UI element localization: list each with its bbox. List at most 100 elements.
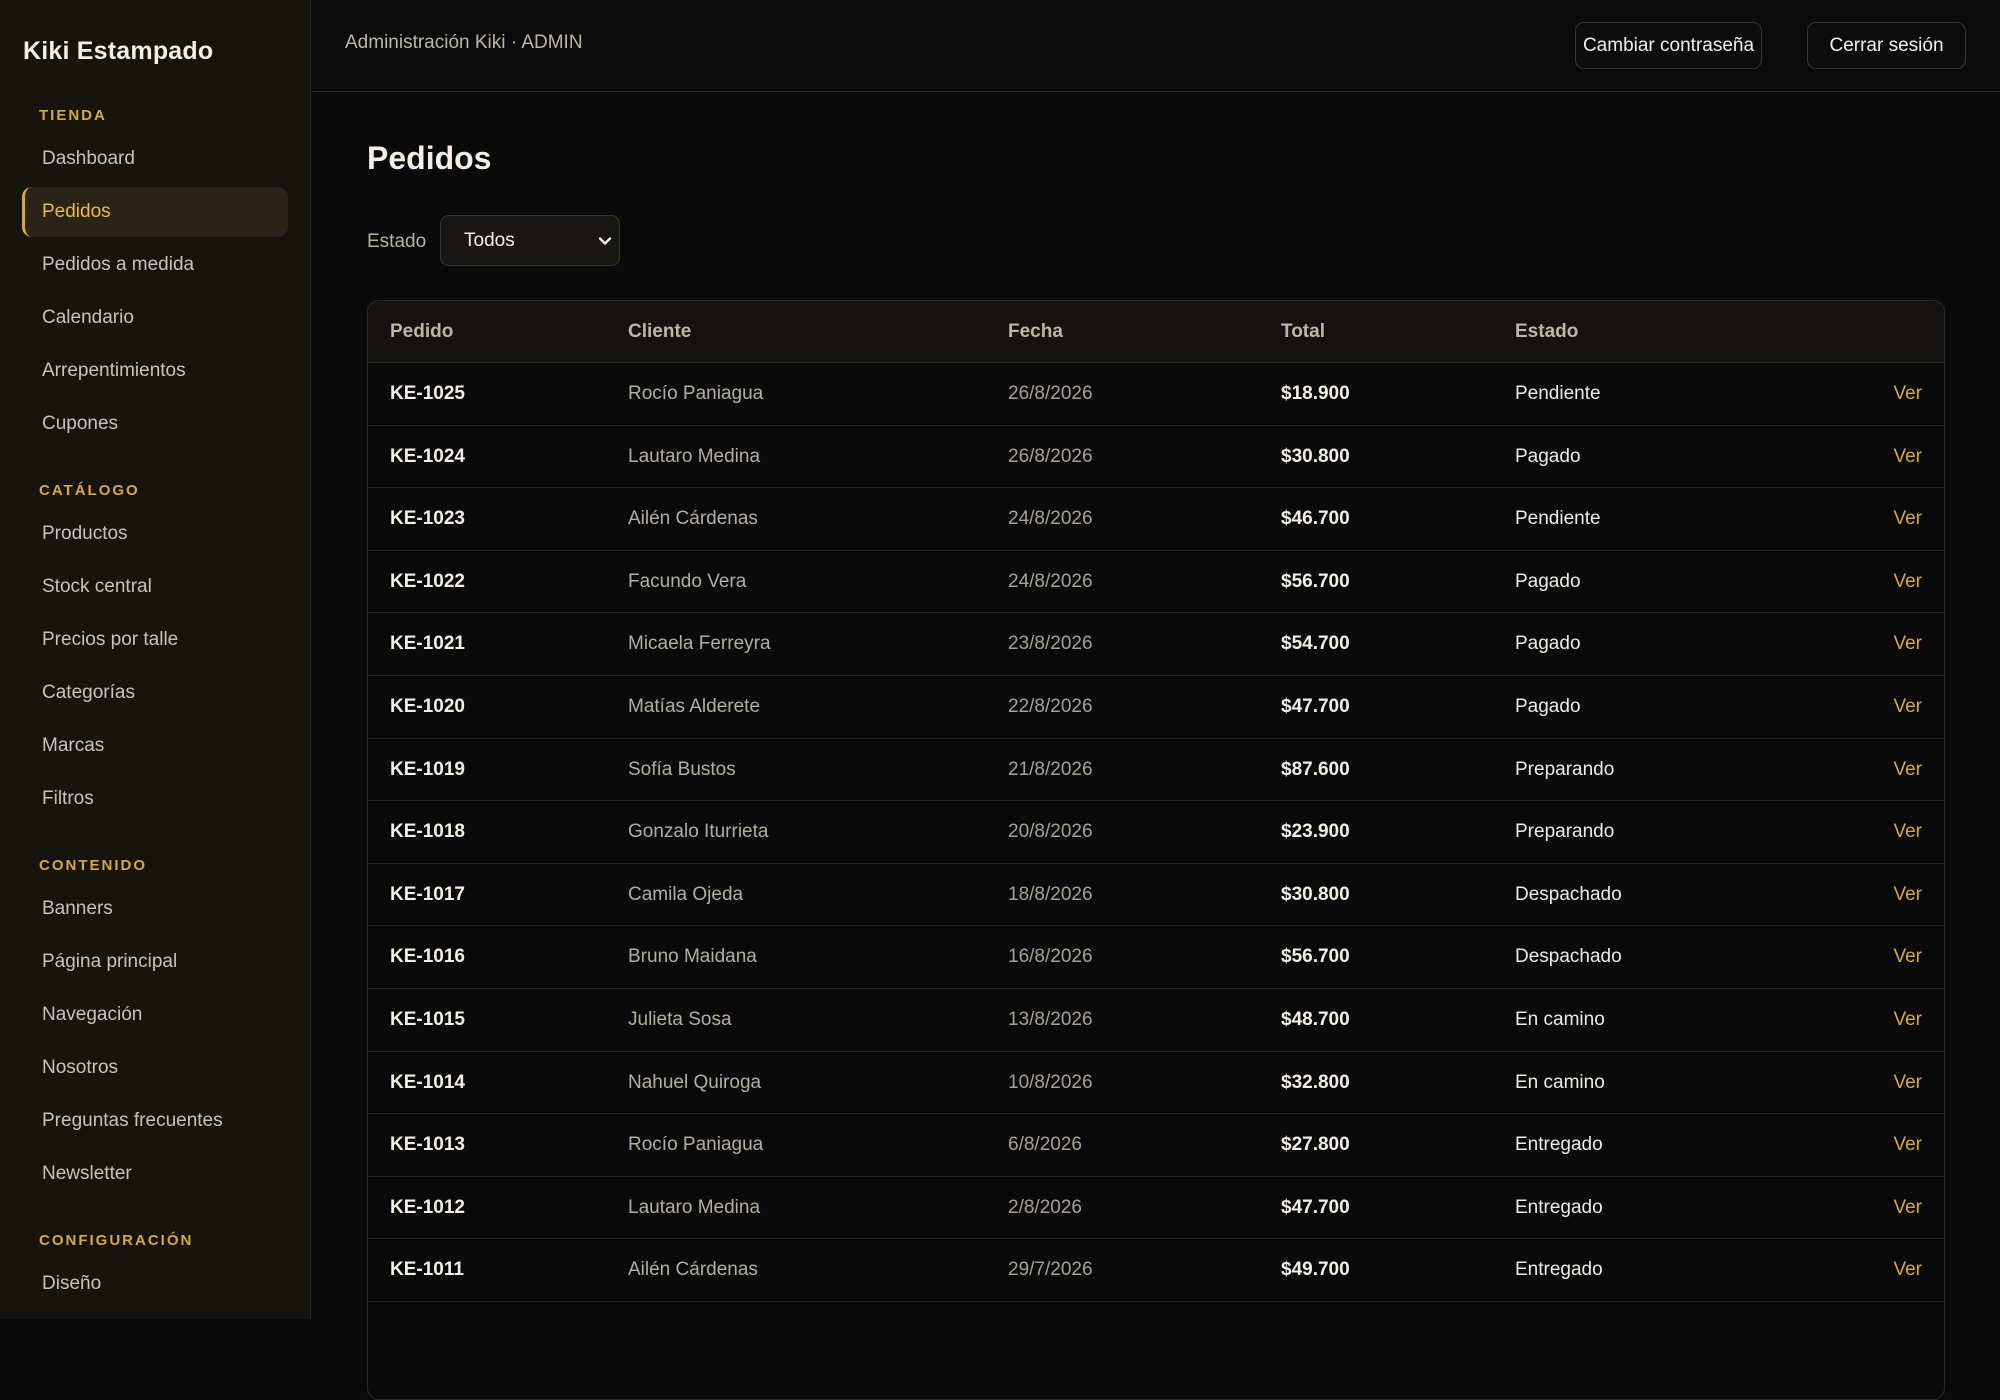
sidebar-item-pedidos[interactable]: Pedidos	[22, 187, 288, 237]
sidebar-item-cupones[interactable]: Cupones	[22, 399, 288, 449]
order-total: $30.800	[1281, 883, 1350, 905]
sidebar-item-dashboard[interactable]: Dashboard	[22, 134, 288, 184]
order-status: Preparando	[1515, 758, 1615, 780]
order-id: KE-1019	[390, 758, 465, 780]
column-header-cliente[interactable]: Cliente	[628, 301, 691, 363]
order-total: $46.700	[1281, 508, 1350, 530]
table-row: KE-1024 Lautaro Medina 26/8/2026 $30.800 Pag…	[368, 426, 1944, 489]
view-order-link[interactable]: Ver	[1893, 864, 1922, 926]
table-row: KE-1012 Lautaro Medina 2/8/2026 $47.700 Entr…	[368, 1177, 1944, 1240]
order-id: KE-1015	[390, 1008, 465, 1030]
nav-section: CONFIGURACIÓN Diseño	[22, 1229, 288, 1309]
order-status: Preparando	[1515, 821, 1615, 843]
order-status: Despachado	[1515, 883, 1622, 905]
client-name: Gonzalo Iturrieta	[628, 821, 769, 843]
view-order-link[interactable]: Ver	[1893, 989, 1922, 1051]
order-date: 18/8/2026	[1008, 883, 1093, 905]
client-name: Lautaro Medina	[628, 445, 761, 467]
client-name: Camila Ojeda	[628, 883, 744, 905]
client-name: Lautaro Medina	[628, 1196, 761, 1218]
sidebar-item-productos[interactable]: Productos	[22, 509, 288, 559]
order-total: $49.700	[1281, 1259, 1350, 1281]
order-id: KE-1011	[390, 1259, 464, 1281]
view-order-link[interactable]: Ver	[1893, 1052, 1922, 1114]
sidebar-item-categorias[interactable]: Categorías	[22, 668, 288, 718]
logout-button[interactable]: Cerrar sesión	[1807, 22, 1966, 69]
order-id: KE-1024	[390, 445, 465, 467]
order-total: $30.800	[1281, 445, 1350, 467]
status-filter-select[interactable]: Todos	[440, 215, 620, 266]
view-order-link[interactable]: Ver	[1893, 739, 1922, 801]
client-name: Sofía Bustos	[628, 758, 736, 780]
order-date: 24/8/2026	[1008, 570, 1093, 592]
order-id: KE-1023	[390, 508, 465, 530]
status-filter-value: Todos	[464, 230, 515, 251]
client-name: Micaela Ferreyra	[628, 633, 771, 655]
sidebar-item-nosotros[interactable]: Nosotros	[22, 1043, 288, 1093]
table-row: KE-1018 Gonzalo Iturrieta 20/8/2026 $23.900…	[368, 801, 1944, 864]
view-order-link[interactable]: Ver	[1893, 1239, 1922, 1301]
view-order-link[interactable]: Ver	[1893, 613, 1922, 675]
order-date: 24/8/2026	[1008, 508, 1093, 530]
sidebar-item-pedidos-a-medida[interactable]: Pedidos a medida	[22, 240, 288, 290]
view-order-link[interactable]: Ver	[1893, 551, 1922, 613]
view-order-link[interactable]: Ver	[1893, 1114, 1922, 1176]
sidebar-item-banners[interactable]: Banners	[22, 884, 288, 934]
view-order-link[interactable]: Ver	[1893, 363, 1922, 425]
client-name: Bruno Maidana	[628, 946, 757, 968]
nav-section-heading: CONFIGURACIÓN	[39, 1232, 194, 1249]
order-total: $56.700	[1281, 946, 1350, 968]
sidebar-item-calendario[interactable]: Calendario	[22, 293, 288, 343]
page-title: Pedidos	[367, 140, 492, 176]
sidebar-nav: TIENDA Dashboard Pedidos Pedidos a medida Ca…	[22, 104, 288, 1319]
order-date: 29/7/2026	[1008, 1259, 1093, 1281]
client-name: Rocío Paniagua	[628, 1134, 764, 1156]
table-row: KE-1020 Matías Alderete 22/8/2026 $47.700 Pa…	[368, 676, 1944, 739]
order-status: Entregado	[1515, 1196, 1603, 1218]
sidebar-item-marcas[interactable]: Marcas	[22, 721, 288, 771]
sidebar-item-filtros[interactable]: Filtros	[22, 774, 288, 824]
order-total: $87.600	[1281, 758, 1350, 780]
change-password-button[interactable]: Cambiar contraseña	[1575, 22, 1762, 69]
table-row: KE-1023 Ailén Cárdenas 24/8/2026 $46.700 Pen…	[368, 488, 1944, 551]
view-order-link[interactable]: Ver	[1893, 801, 1922, 863]
sidebar-item-precios-por-talle[interactable]: Precios por talle	[22, 615, 288, 665]
view-order-link[interactable]: Ver	[1893, 926, 1922, 988]
view-order-link[interactable]: Ver	[1893, 488, 1922, 550]
sidebar-item-newsletter[interactable]: Newsletter	[22, 1149, 288, 1199]
column-header-fecha[interactable]: Fecha	[1008, 301, 1063, 363]
sidebar-item-navegacion[interactable]: Navegación	[22, 990, 288, 1040]
table-row: KE-1011 Ailén Cárdenas 29/7/2026 $49.700 Ent…	[368, 1239, 1944, 1302]
sidebar-item-diseno[interactable]: Diseño	[22, 1259, 288, 1309]
column-header-total[interactable]: Total	[1281, 301, 1325, 363]
table-row: KE-1025 Rocío Paniagua 26/8/2026 $18.900 Pen…	[368, 363, 1944, 426]
column-header-pedido[interactable]: Pedido	[390, 301, 453, 363]
nav-section-heading: TIENDA	[39, 107, 107, 124]
table-row: KE-1022 Facundo Vera 24/8/2026 $56.700 Pagad…	[368, 551, 1944, 614]
order-status: Despachado	[1515, 946, 1622, 968]
order-status: Pagado	[1515, 695, 1581, 717]
order-id: KE-1017	[390, 883, 465, 905]
order-total: $47.700	[1281, 1196, 1350, 1218]
order-date: 13/8/2026	[1008, 1008, 1093, 1030]
view-order-link[interactable]: Ver	[1893, 676, 1922, 738]
sidebar-item-stock-central[interactable]: Stock central	[22, 562, 288, 612]
table-row: KE-1015 Julieta Sosa 13/8/2026 $48.700 En ca…	[368, 989, 1944, 1052]
table-row: KE-1017 Camila Ojeda 18/8/2026 $30.800 Despa…	[368, 864, 1944, 927]
order-date: 22/8/2026	[1008, 695, 1093, 717]
client-name: Rocío Paniagua	[628, 383, 764, 404]
nav-section-heading: CATÁLOGO	[39, 482, 140, 499]
order-total: $27.800	[1281, 1134, 1350, 1156]
view-order-link[interactable]: Ver	[1893, 1177, 1922, 1239]
order-status: Entregado	[1515, 1134, 1603, 1156]
client-name: Ailén Cárdenas	[628, 1259, 758, 1281]
order-total: $48.700	[1281, 1008, 1350, 1030]
order-id: KE-1014	[390, 1071, 465, 1093]
view-order-link[interactable]: Ver	[1893, 426, 1922, 488]
order-status: Pagado	[1515, 633, 1581, 655]
sidebar-item-arrepentimientos[interactable]: Arrepentimientos	[22, 346, 288, 396]
sidebar-item-pagina-principal[interactable]: Página principal	[22, 937, 288, 987]
column-header-estado[interactable]: Estado	[1515, 301, 1578, 363]
order-total: $23.900	[1281, 821, 1350, 843]
sidebar-item-preguntas-frecuentes[interactable]: Preguntas frecuentes	[22, 1096, 288, 1146]
